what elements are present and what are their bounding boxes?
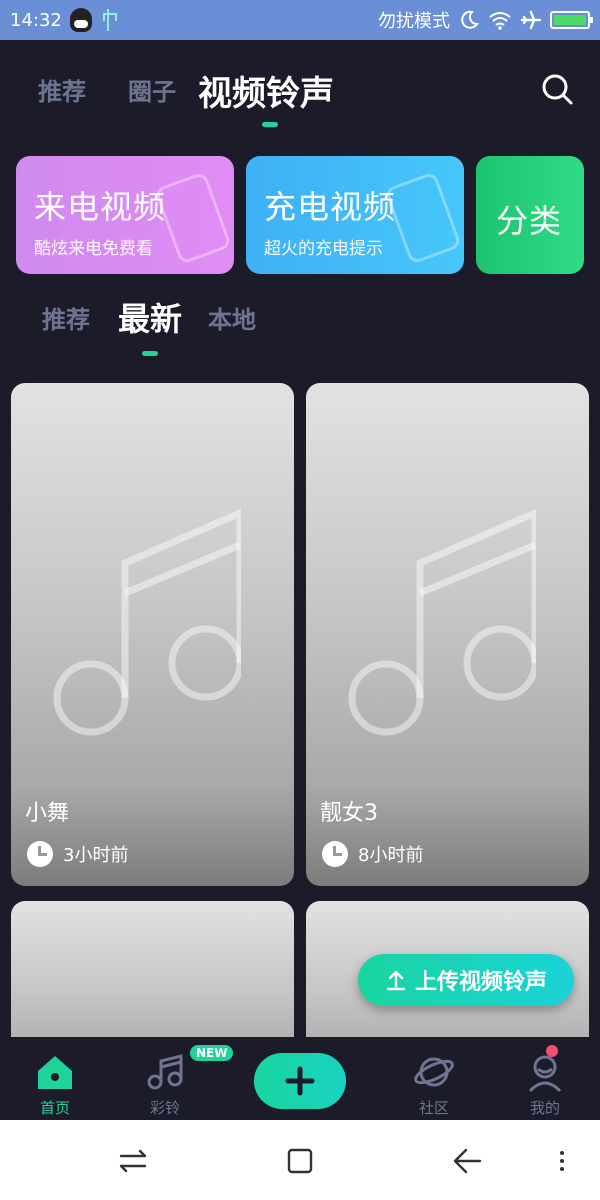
search-icon[interactable]: [540, 72, 574, 106]
sub-tabs: 推荐 最新 本地: [0, 290, 600, 360]
video-card[interactable]: 小舞 3小时前: [11, 383, 294, 886]
video-card[interactable]: [11, 901, 294, 1037]
dnd-label: 勿扰模式: [378, 11, 450, 32]
top-tabs: 推荐 圈子 视频铃声: [0, 40, 600, 140]
usb-icon: [100, 9, 117, 31]
video-time-row: 3小时前: [27, 841, 128, 867]
person-icon: [528, 1055, 562, 1093]
clock-icon: [27, 841, 53, 867]
video-time-row: 8小时前: [322, 841, 423, 867]
top-tab-indicator: [262, 122, 278, 127]
status-left: 14:32: [10, 8, 117, 32]
back-icon[interactable]: [450, 1144, 484, 1178]
switch-apps-icon[interactable]: [116, 1144, 150, 1178]
incoming-call-video-card[interactable]: 来电视频 酷炫来电免费看: [16, 156, 234, 274]
qq-icon: [69, 8, 92, 32]
nav-label: 社区: [418, 1099, 449, 1117]
nav-label: 我的: [529, 1099, 560, 1117]
video-time: 3小时前: [63, 845, 129, 866]
sub-tab-indicator: [142, 351, 158, 356]
notification-dot: [546, 1045, 558, 1057]
video-card[interactable]: 靓女3 8小时前: [306, 383, 589, 886]
nav-community[interactable]: 社区: [394, 1051, 474, 1118]
category-card[interactable]: 分类: [476, 156, 584, 274]
home-icon: [38, 1056, 72, 1089]
nav-label: 彩铃: [149, 1099, 180, 1117]
video-time: 8小时前: [358, 845, 424, 866]
card-subtitle: 酷炫来电免费看: [34, 239, 153, 259]
upload-label: 上传视频铃声: [414, 970, 547, 995]
system-nav-bar: [0, 1120, 600, 1200]
category-cards: 来电视频 酷炫来电免费看 充电视频 超火的充电提示 分类: [0, 156, 600, 274]
video-name: 靓女3: [320, 801, 378, 826]
status-bar: 14:32 勿扰模式: [0, 0, 600, 40]
top-tab-recommend[interactable]: 推荐: [38, 72, 86, 107]
music-note-icon: [348, 508, 536, 736]
new-badge: NEW: [190, 1045, 234, 1061]
sub-tab-local[interactable]: 本地: [208, 300, 256, 335]
video-grid: 小舞 3小时前 靓女3 8小时前: [0, 383, 600, 1037]
video-name: 小舞: [25, 801, 70, 826]
sub-tab-latest[interactable]: 最新: [118, 294, 182, 340]
card-subtitle: 超火的充电提示: [264, 239, 383, 259]
planet-icon: [414, 1057, 454, 1087]
nav-label: 首页: [39, 1099, 70, 1117]
upload-icon: [386, 970, 406, 991]
music-note-icon: [53, 508, 241, 736]
nav-ringback[interactable]: 彩铃: [125, 1051, 205, 1118]
bottom-nav: 首页 彩铃 NEW 社区 我的: [0, 1037, 600, 1120]
airplane-icon: [520, 10, 542, 30]
nav-home[interactable]: 首页: [15, 1051, 95, 1118]
top-tab-video-ringtone[interactable]: 视频铃声: [198, 66, 334, 115]
card-title: 分类: [496, 202, 563, 240]
charging-video-card[interactable]: 充电视频 超火的充电提示: [246, 156, 464, 274]
moon-icon: [461, 10, 479, 29]
menu-dots-icon[interactable]: [552, 1144, 572, 1178]
sub-tab-recommend[interactable]: 推荐: [42, 300, 90, 335]
upload-video-ringtone-button[interactable]: 上传视频铃声: [358, 954, 574, 1006]
wifi-icon: [489, 12, 511, 30]
clock-icon: [322, 841, 348, 867]
battery-icon: [550, 11, 593, 29]
home-square-icon[interactable]: [283, 1144, 317, 1178]
top-tab-circle[interactable]: 圈子: [128, 72, 176, 107]
plus-icon: [285, 1066, 315, 1096]
music-note-icon: [147, 1054, 183, 1090]
status-time: 14:32: [10, 9, 62, 31]
status-right: 勿扰模式: [378, 7, 593, 33]
create-button[interactable]: [254, 1053, 346, 1109]
nav-me[interactable]: 我的: [505, 1051, 585, 1118]
